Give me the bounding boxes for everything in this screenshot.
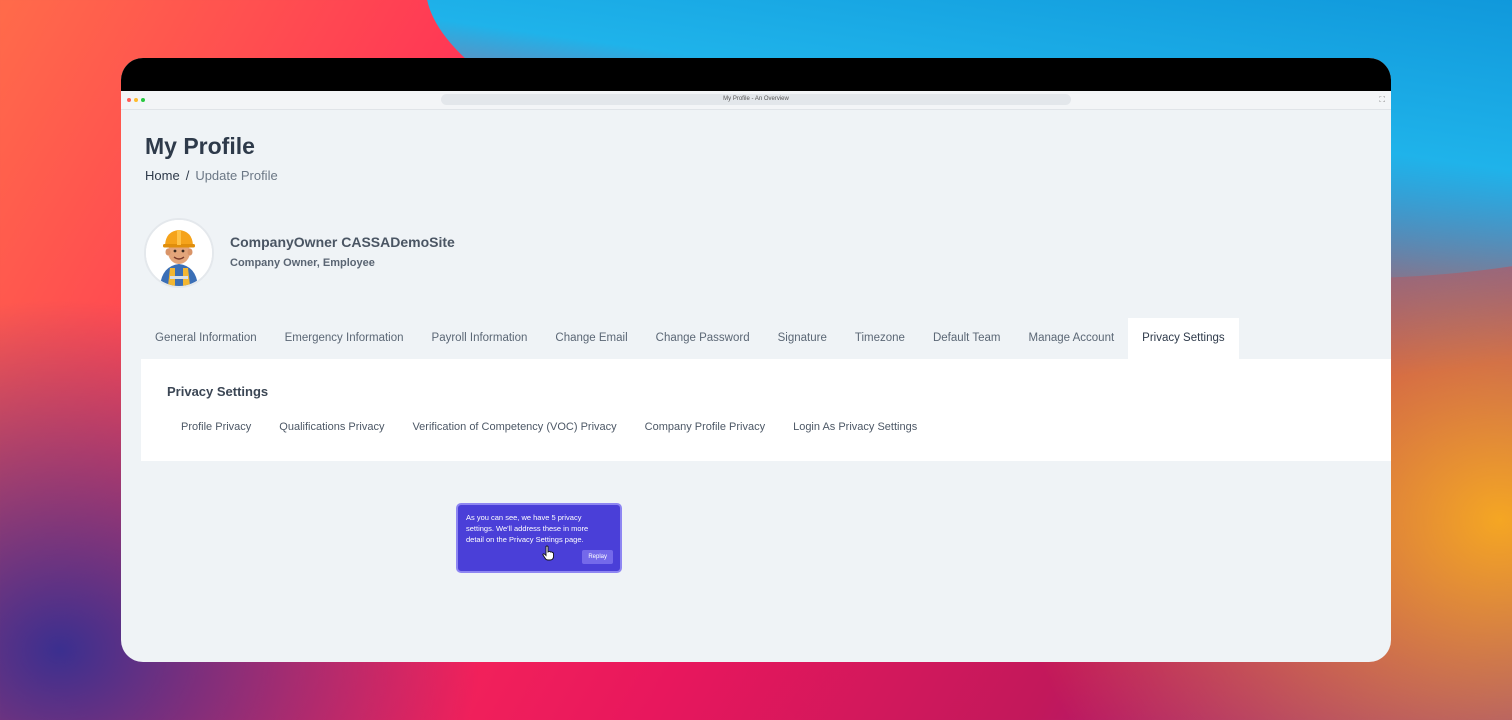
replay-button[interactable]: Replay [582, 550, 613, 564]
tab-emergency-information[interactable]: Emergency Information [271, 318, 418, 359]
browser-chrome: My Profile - An Overview ⛶ [121, 91, 1391, 110]
worker-avatar-icon [144, 218, 214, 288]
user-name: CompanyOwner CASSADemoSite [230, 234, 455, 250]
tab-timezone[interactable]: Timezone [841, 318, 919, 359]
breadcrumb-current: Update Profile [195, 168, 278, 183]
guide-tooltip: As you can see, we have 5 privacy settin… [456, 503, 622, 573]
tab-change-email[interactable]: Change Email [541, 318, 641, 359]
hand-cursor-icon [542, 545, 554, 561]
close-dot[interactable] [127, 98, 131, 102]
expand-icon[interactable]: ⛶ [1379, 95, 1385, 104]
maximize-dot[interactable] [141, 98, 145, 102]
tab-general-information[interactable]: General Information [141, 318, 271, 359]
tab-default-team[interactable]: Default Team [919, 318, 1015, 359]
address-bar[interactable]: My Profile - An Overview [441, 94, 1071, 105]
tab-manage-account[interactable]: Manage Account [1014, 318, 1128, 359]
window-controls [127, 98, 145, 102]
breadcrumb: Home / Update Profile [145, 168, 278, 183]
page-title: My Profile [145, 133, 255, 159]
tab-privacy-settings[interactable]: Privacy Settings [1128, 318, 1239, 359]
subtab-login-as-privacy-settings[interactable]: Login As Privacy Settings [779, 419, 931, 435]
privacy-subtabs: Profile Privacy Qualifications Privacy V… [167, 419, 931, 435]
user-roles: Company Owner, Employee [230, 257, 375, 269]
profile-tabs: General Information Emergency Informatio… [141, 318, 1239, 359]
tab-signature[interactable]: Signature [764, 318, 841, 359]
breadcrumb-home-link[interactable]: Home [145, 168, 180, 183]
tooltip-text: As you can see, we have 5 privacy settin… [466, 513, 589, 544]
privacy-settings-panel: Privacy Settings Profile Privacy Qualifi… [141, 359, 1391, 461]
breadcrumb-separator: / [185, 168, 190, 183]
subtab-voc-privacy[interactable]: Verification of Competency (VOC) Privacy [398, 419, 630, 435]
minimize-dot[interactable] [134, 98, 138, 102]
tab-change-password[interactable]: Change Password [642, 318, 764, 359]
subtab-company-profile-privacy[interactable]: Company Profile Privacy [631, 419, 779, 435]
subtab-profile-privacy[interactable]: Profile Privacy [167, 419, 265, 435]
panel-title: Privacy Settings [167, 384, 269, 399]
subtab-qualifications-privacy[interactable]: Qualifications Privacy [265, 419, 398, 435]
tab-payroll-information[interactable]: Payroll Information [418, 318, 542, 359]
browser-window: My Profile - An Overview ⛶ My Profile Ho… [121, 58, 1391, 662]
window-top-bar [121, 58, 1391, 91]
